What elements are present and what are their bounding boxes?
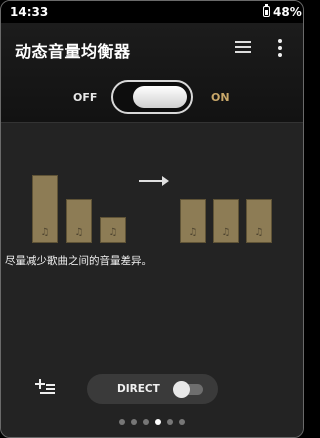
- level-bar-before-2: ♫: [66, 199, 92, 243]
- direct-switch[interactable]: [173, 381, 203, 398]
- level-bar-before-1: ♫: [32, 175, 58, 243]
- page-dot[interactable]: [131, 419, 137, 425]
- level-bar-before-3: ♫: [100, 217, 126, 243]
- page-indicator: [1, 419, 303, 429]
- music-note-icon: ♫: [40, 227, 50, 238]
- arrow-right-icon: [139, 176, 169, 186]
- more-vert-icon[interactable]: [277, 39, 283, 57]
- dynamic-normalizer-switch[interactable]: [111, 80, 193, 114]
- direct-button[interactable]: DIRECT: [87, 374, 218, 404]
- preset-list-icon[interactable]: [235, 40, 251, 54]
- dynamic-normalizer-toggle-row: OFF ON: [1, 77, 303, 117]
- music-note-icon: ♫: [221, 227, 231, 238]
- app-frame: 14:33 48% 动态音量均衡器 OFF ON ♫ ♫ ♫ ♫ ♫ ♫ 尽量减…: [0, 0, 304, 438]
- status-time: 14:33: [10, 5, 49, 19]
- page-title: 动态音量均衡器: [15, 42, 131, 61]
- music-note-icon: ♫: [254, 227, 264, 238]
- switch-knob: [133, 86, 187, 108]
- music-note-icon: ♫: [74, 227, 84, 238]
- level-bar-after-3: ♫: [246, 199, 272, 243]
- page-dot[interactable]: [119, 419, 125, 425]
- page-dot[interactable]: [167, 419, 173, 425]
- level-bar-after-2: ♫: [213, 199, 239, 243]
- page-dot-active[interactable]: [155, 419, 161, 425]
- content-area: ♫ ♫ ♫ ♫ ♫ ♫ 尽量减少歌曲之间的音量差异。 DIRECT: [1, 123, 303, 437]
- top-bar: 动态音量均衡器 OFF ON: [1, 23, 303, 123]
- toggle-on-label: ON: [211, 91, 230, 104]
- plus-icon: [35, 379, 45, 389]
- status-bar: 14:33 48%: [1, 1, 303, 23]
- battery-icon: [263, 4, 270, 17]
- toggle-off-label: OFF: [73, 91, 98, 104]
- music-note-icon: ♫: [188, 227, 198, 238]
- page-dot[interactable]: [143, 419, 149, 425]
- music-note-icon: ♫: [108, 227, 118, 238]
- page-dot[interactable]: [179, 419, 185, 425]
- battery-level: 48%: [273, 5, 302, 19]
- playlist-add-icon[interactable]: [35, 379, 55, 395]
- description-text: 尽量减少歌曲之间的音量差异。: [5, 255, 152, 267]
- direct-switch-knob: [173, 381, 190, 398]
- level-bar-after-1: ♫: [180, 199, 206, 243]
- direct-label: DIRECT: [117, 383, 160, 395]
